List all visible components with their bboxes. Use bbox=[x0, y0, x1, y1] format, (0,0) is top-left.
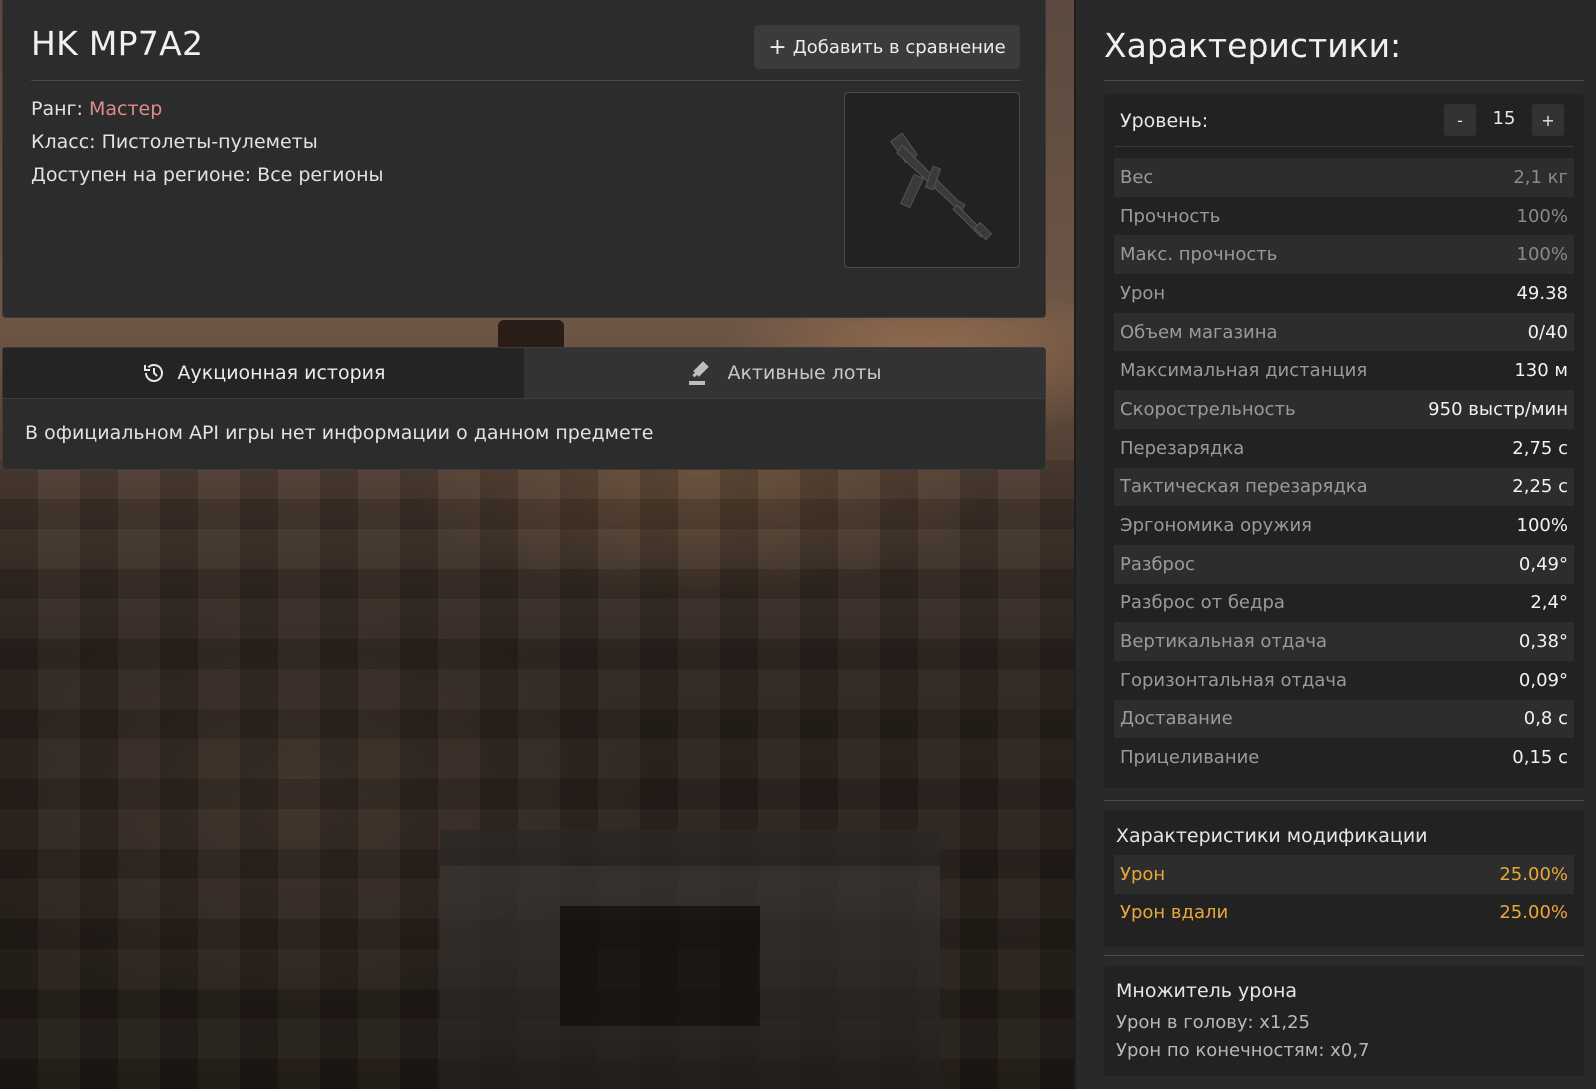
item-card: HK MP7A2 + Добавить в сравнение Ранг: Ма… bbox=[2, 0, 1046, 318]
auction-panel: Аукционная история Активные лоты В офици… bbox=[2, 347, 1046, 470]
level-divider bbox=[1114, 146, 1574, 147]
rank-value: Мастер bbox=[88, 98, 163, 120]
multiplier-title: Множитель урона bbox=[1116, 980, 1298, 1002]
stat-value: 100% bbox=[1516, 205, 1568, 227]
no-info-message: В официальном API игры нет информации о … bbox=[25, 422, 654, 444]
stat-label: Вес bbox=[1120, 166, 1154, 188]
stat-label: Объем магазина bbox=[1120, 321, 1278, 343]
plus-icon: + bbox=[768, 34, 787, 60]
modification-row: Урон вдали 25.00% bbox=[1114, 893, 1574, 932]
gavel-icon bbox=[689, 361, 710, 385]
stat-value: 0,8 с bbox=[1523, 708, 1568, 730]
stat-value: 0,09° bbox=[1518, 669, 1568, 691]
region-line: Доступен на регионе: Все регионы bbox=[31, 164, 384, 186]
stat-row: Прицеливание 0,15 с bbox=[1114, 738, 1574, 777]
title-divider bbox=[31, 80, 1021, 81]
stat-label: Разброс от бедра bbox=[1120, 592, 1285, 614]
damage-multiplier-box: Множитель урона Урон в голову: x1,25 Уро… bbox=[1104, 966, 1584, 1076]
weapon-image bbox=[844, 92, 1020, 268]
modification-title: Характеристики модификации bbox=[1116, 825, 1428, 847]
characteristics-divider bbox=[1104, 80, 1584, 81]
tab-active-lots[interactable]: Активные лоты bbox=[524, 348, 1045, 398]
stat-row: Скорострельность 950 выстр/мин bbox=[1114, 390, 1574, 429]
tab-bar: Аукционная история Активные лоты bbox=[3, 348, 1045, 399]
stat-row: Доставание 0,8 с bbox=[1114, 699, 1574, 739]
stat-row: Вертикальная отдача 0,38° bbox=[1114, 622, 1574, 661]
stat-row: Максимальная дистанция 130 м bbox=[1114, 351, 1574, 391]
characteristics-title: Характеристики: bbox=[1104, 26, 1402, 65]
stat-label: Макс. прочность bbox=[1120, 244, 1278, 266]
modification-value: 25.00% bbox=[1499, 902, 1568, 924]
modification-box: Характеристики модификации Урон 25.00% Уро… bbox=[1104, 811, 1584, 947]
rank-label: Ранг: bbox=[31, 98, 83, 120]
modification-row: Урон 25.00% bbox=[1114, 855, 1574, 894]
stat-value: 950 выстр/мин bbox=[1428, 398, 1568, 420]
stat-value: 0,38° bbox=[1518, 631, 1568, 653]
stat-list: Вес 2,1 кг Прочность 100% Макс. прочность 100… bbox=[1114, 158, 1574, 777]
stat-row: Объем магазина 0/40 bbox=[1114, 312, 1574, 352]
modification-label: Урон вдали bbox=[1120, 902, 1229, 924]
tab-auction-history[interactable]: Аукционная история bbox=[3, 348, 524, 398]
stat-row: Тактическая перезарядка 2,25 с bbox=[1114, 467, 1574, 507]
compare-label: Добавить в сравнение bbox=[792, 36, 1006, 58]
stat-row: Разброс от бедра 2,4° bbox=[1114, 583, 1574, 623]
stat-row: Урон 49.38 bbox=[1114, 274, 1574, 313]
section-divider-1 bbox=[1104, 800, 1584, 801]
class-line: Класс: Пистолеты-пулеметы bbox=[31, 131, 318, 153]
stat-label: Прицеливание bbox=[1120, 747, 1260, 769]
stat-label: Вертикальная отдача bbox=[1120, 631, 1328, 653]
level-decrease-button[interactable]: - bbox=[1444, 104, 1476, 136]
stat-value: 2,75 с bbox=[1512, 437, 1568, 459]
stat-row: Разброс 0,49° bbox=[1114, 544, 1574, 584]
stat-label: Тактическая перезарядка bbox=[1120, 476, 1368, 498]
item-title: HK MP7A2 bbox=[31, 24, 204, 63]
stat-label: Скорострельность bbox=[1120, 398, 1296, 420]
stat-value: 100% bbox=[1516, 515, 1568, 537]
stat-label: Горизонтальная отдача bbox=[1120, 669, 1348, 691]
background-tower bbox=[498, 320, 564, 350]
stat-row: Перезарядка 2,75 с bbox=[1114, 428, 1574, 468]
level-increase-button[interactable]: + bbox=[1532, 104, 1564, 136]
modification-label: Урон bbox=[1120, 863, 1166, 885]
stat-value: 100% bbox=[1516, 244, 1568, 266]
stat-label: Эргономика оружия bbox=[1120, 515, 1312, 537]
limb-damage: Урон по конечностям: x0,7 bbox=[1116, 1040, 1370, 1061]
stat-row: Вес 2,1 кг bbox=[1114, 158, 1574, 197]
history-icon bbox=[143, 364, 163, 382]
stat-value: 0,15 с bbox=[1512, 747, 1568, 769]
stat-label: Перезарядка bbox=[1120, 437, 1245, 459]
level-value: 15 bbox=[1492, 108, 1516, 129]
modification-value: 25.00% bbox=[1499, 863, 1568, 885]
stat-row: Прочность 100% bbox=[1114, 196, 1574, 236]
stat-label: Максимальная дистанция bbox=[1120, 360, 1368, 382]
stat-value: 49.38 bbox=[1516, 282, 1568, 304]
stat-label: Урон bbox=[1120, 282, 1166, 304]
stat-value: 2,4° bbox=[1530, 592, 1568, 614]
stat-row: Макс. прочность 100% bbox=[1114, 235, 1574, 275]
rank-line: Ранг: Мастер bbox=[31, 98, 162, 120]
stat-value: 2,25 с bbox=[1512, 476, 1568, 498]
stats-box: Уровень: - 15 + Вес 2,1 кг Прочность 100% Ма… bbox=[1104, 94, 1584, 788]
level-label: Уровень: bbox=[1120, 110, 1209, 132]
stat-label: Прочность bbox=[1120, 205, 1221, 227]
tab-auction-history-label: Аукционная история bbox=[177, 362, 386, 384]
add-to-compare-button[interactable]: + Добавить в сравнение bbox=[754, 25, 1020, 69]
modification-list: Урон 25.00% Урон вдали 25.00% bbox=[1114, 855, 1574, 932]
stat-label: Разброс bbox=[1120, 553, 1195, 575]
level-row: Уровень: - 15 + bbox=[1104, 94, 1584, 148]
stat-value: 0/40 bbox=[1527, 321, 1568, 343]
stat-value: 2,1 кг bbox=[1513, 166, 1568, 188]
stat-label: Доставание bbox=[1120, 708, 1233, 730]
smg-icon bbox=[890, 132, 993, 241]
stat-value: 0,49° bbox=[1518, 553, 1568, 575]
stat-row: Эргономика оружия 100% bbox=[1114, 506, 1574, 545]
section-divider-2 bbox=[1104, 955, 1584, 956]
tab-active-lots-label: Активные лоты bbox=[727, 362, 882, 384]
background-structure bbox=[440, 830, 940, 1089]
stat-value: 130 м bbox=[1514, 360, 1568, 382]
head-damage: Урон в голову: x1,25 bbox=[1116, 1012, 1310, 1033]
stat-row: Горизонтальная отдача 0,09° bbox=[1114, 660, 1574, 700]
